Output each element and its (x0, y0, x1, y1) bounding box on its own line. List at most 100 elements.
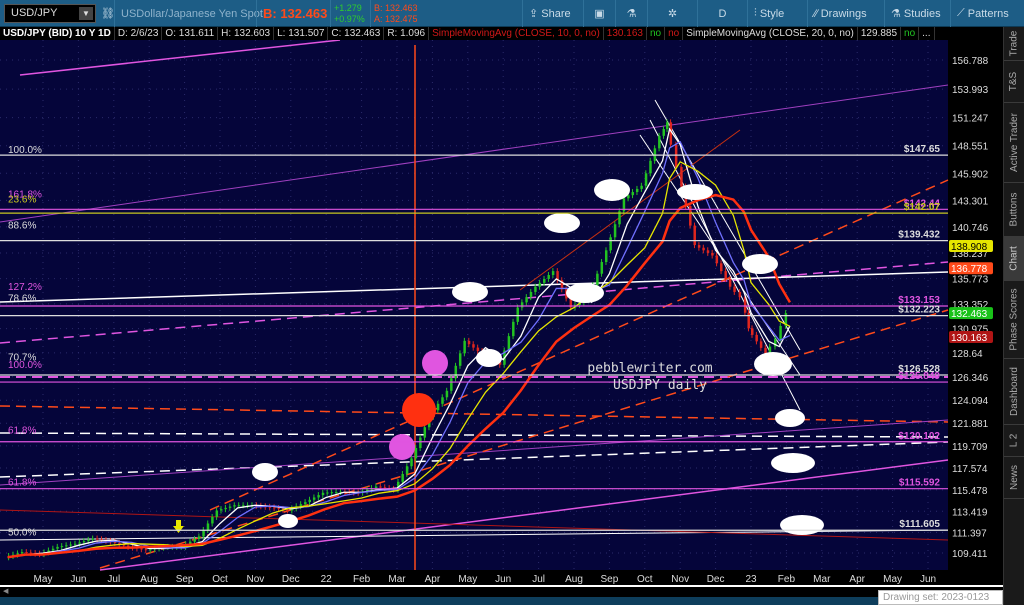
candle-body (662, 129, 665, 136)
candle-body (405, 466, 409, 475)
price-tick-label: 135.773 (952, 275, 989, 286)
chevron-down-icon[interactable]: ▼ (79, 7, 93, 20)
fib-level-label: 50.0% (8, 528, 36, 539)
candle-body (242, 505, 245, 507)
settings-button[interactable]: ✲ (647, 0, 697, 27)
sma10-no-2: no (665, 27, 684, 40)
info-bar: USD/JPY (BID) 10 Y 1D D: 2/6/23 O: 131.6… (0, 27, 1003, 40)
annotation-title: USDJPY daily (613, 378, 707, 393)
candle-body (273, 507, 276, 509)
candle-body (658, 135, 661, 149)
candle-body (224, 507, 227, 510)
tab-time-and-sales[interactable]: T&S (1004, 61, 1024, 103)
oval-marker (278, 514, 298, 528)
open-value: O: 131.611 (162, 27, 219, 40)
style-button[interactable]: ⫶ Style (747, 0, 807, 27)
tab-news[interactable]: News (1004, 457, 1024, 499)
time-tick-label: Mar (813, 574, 831, 585)
studies-button[interactable]: ⚗ Studies (884, 0, 950, 27)
candle-body (759, 341, 763, 348)
sma20-value: 129.885 (858, 27, 902, 40)
candle-body (631, 192, 635, 196)
candle-body (674, 144, 678, 168)
price-tick-label: 140.746 (952, 223, 989, 234)
time-tick-label: Aug (565, 574, 583, 585)
share-button[interactable]: ⇪ Share (522, 0, 583, 27)
sma10-label[interactable]: SimpleMovingAvg (CLOSE, 10, 0, no) (429, 27, 604, 40)
price-badge-label: 136.778 (951, 264, 988, 275)
oval-marker (742, 254, 778, 274)
annotation-website: pebblewriter.com (587, 361, 712, 376)
more-studies[interactable]: ... (919, 27, 935, 40)
candle-body (512, 321, 515, 337)
price-tick-label: 119.709 (952, 442, 988, 453)
candle-body (666, 122, 669, 130)
candle-body (779, 325, 782, 339)
fib-level-label: 61.8% (8, 478, 36, 489)
time-tick-label: Apr (849, 574, 865, 585)
side-tabs: Trade T&S Active Trader Buttons Chart Ph… (1003, 27, 1024, 605)
price-chart[interactable]: $147.65$142.44$142.07$139.432$133.153$13… (0, 40, 1003, 585)
candle-body (87, 539, 90, 542)
candle-body (379, 486, 382, 488)
time-tick-label: 23 (745, 574, 757, 585)
price-level-label: $120.102 (898, 431, 940, 442)
price-level-label: $139.432 (898, 230, 940, 241)
style-label: Style (759, 7, 785, 20)
flask-button[interactable]: ⚗ (615, 0, 647, 27)
price-tick-label: 126.346 (952, 373, 989, 384)
tab-level2[interactable]: L 2 (1004, 425, 1024, 457)
tab-dashboard[interactable]: Dashboard (1004, 359, 1024, 425)
sma20-no: no (901, 27, 920, 40)
candle-body (326, 492, 329, 494)
symbol-selector[interactable]: USD/JPY ▼ (4, 4, 96, 23)
price-tick-label: 148.551 (952, 142, 989, 153)
status-bar (0, 597, 878, 605)
candle-body (237, 505, 241, 507)
circle-marker (389, 434, 415, 460)
tab-active-trader[interactable]: Active Trader (1004, 103, 1024, 183)
close-value: C: 132.463 (328, 27, 385, 40)
candle-body (724, 271, 727, 279)
price-tick-label: 145.902 (952, 169, 989, 180)
candle-body (193, 539, 196, 542)
link-icon[interactable]: ⛓ (98, 0, 115, 27)
patterns-button[interactable]: ⟋ Patterns (950, 0, 1024, 27)
candle-body (268, 506, 272, 508)
candle-body (649, 160, 652, 174)
tab-label: L 2 (1008, 433, 1020, 448)
pattern-icon: ⟋ (957, 7, 968, 19)
candle-body (321, 492, 325, 496)
sma20-label[interactable]: SimpleMovingAvg (CLOSE, 20, 0, no) (683, 27, 858, 40)
alert-button[interactable]: ▣ (583, 0, 615, 27)
time-tick-label: Dec (282, 574, 300, 585)
patterns-label: Patterns (967, 7, 1009, 20)
oval-marker (476, 349, 502, 367)
drawing-set-selector[interactable]: Drawing set: 2023-0123 (878, 590, 1003, 605)
candle-body (286, 509, 289, 511)
tab-trade[interactable]: Trade (1004, 27, 1024, 61)
candle-body (374, 486, 378, 489)
candle-body (215, 510, 219, 517)
candle-body (197, 536, 201, 540)
interval-button[interactable]: D (697, 0, 747, 27)
tab-chart[interactable]: Chart (1004, 237, 1024, 281)
price-badge-label: 130.163 (951, 333, 988, 344)
candle-body (436, 403, 440, 411)
time-tick-label: Feb (778, 574, 796, 585)
scroll-left-icon[interactable]: ◀ (3, 587, 8, 595)
candle-body (414, 448, 418, 459)
time-tick-label: Dec (707, 574, 725, 585)
horizontal-scrollbar[interactable]: ◀ (0, 585, 1003, 596)
candle-body (644, 173, 648, 186)
tab-phase-scores[interactable]: Phase Scores (1004, 281, 1024, 359)
price-level-label: $125.849 (898, 371, 940, 382)
tab-label: Chart (1008, 246, 1020, 271)
tab-buttons[interactable]: Buttons (1004, 183, 1024, 237)
candle-body (60, 546, 64, 548)
candle-body (277, 508, 281, 510)
candle-body (669, 122, 673, 145)
fib-level-label: 61.8% (8, 426, 36, 437)
price-tick-label: 113.419 (952, 507, 988, 518)
drawings-button[interactable]: ∕∕ Drawings (807, 0, 884, 27)
